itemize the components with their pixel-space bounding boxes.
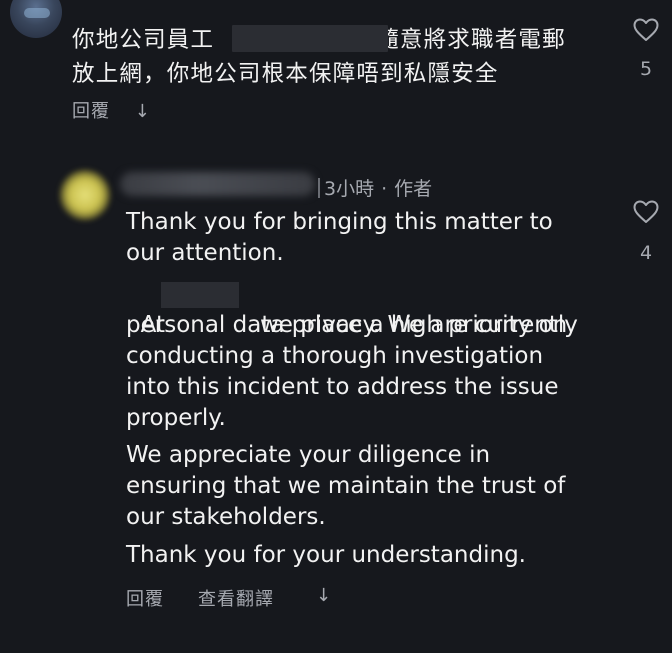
heart-outline-icon[interactable]: [633, 18, 659, 42]
comment-like-count: 5: [639, 58, 653, 80]
heart-outline-icon[interactable]: [633, 200, 659, 224]
translate-button[interactable]: 查看翻譯: [198, 585, 274, 611]
author-badge: 作者: [394, 178, 433, 200]
meta-separator: ·: [381, 178, 388, 200]
avatar-image: [24, 8, 50, 18]
reply-paragraph-2-rest: personal data privacy. We are currently …: [126, 312, 578, 431]
divider: [318, 178, 320, 198]
redacted-author-name[interactable]: [120, 172, 315, 196]
reply-reply-button[interactable]: 回覆: [126, 585, 164, 611]
arrow-down-icon[interactable]: ↓: [316, 585, 332, 606]
author-avatar[interactable]: [60, 170, 110, 220]
reply-paragraph-3: We appreciate your diligence in ensuring…: [126, 442, 566, 530]
comment-text-line-2: 放上網，你地公司根本保障唔到私隱安全: [72, 61, 499, 87]
commenter-avatar[interactable]: [10, 0, 62, 38]
redacted-company-name: [232, 25, 388, 52]
reply-like-count: 4: [639, 242, 653, 264]
reply-paragraph-1: Thank you for bringing this matter to ou…: [126, 209, 553, 266]
comment-actions: 回覆 ↓: [72, 97, 151, 123]
redacted-company-name-reply: [161, 282, 239, 308]
reply-meta: 3小時 · 作者: [318, 174, 432, 201]
reply-paragraph-4: Thank you for your understanding.: [126, 542, 526, 568]
comment-text-start: 你地公司員工: [72, 27, 215, 53]
comment-text-end: 隨意將求職者電郵: [376, 27, 566, 53]
arrow-down-icon[interactable]: ↓: [135, 101, 151, 122]
comment-reply-button[interactable]: 回覆: [72, 101, 110, 122]
reply-time: 3小時: [324, 178, 375, 200]
